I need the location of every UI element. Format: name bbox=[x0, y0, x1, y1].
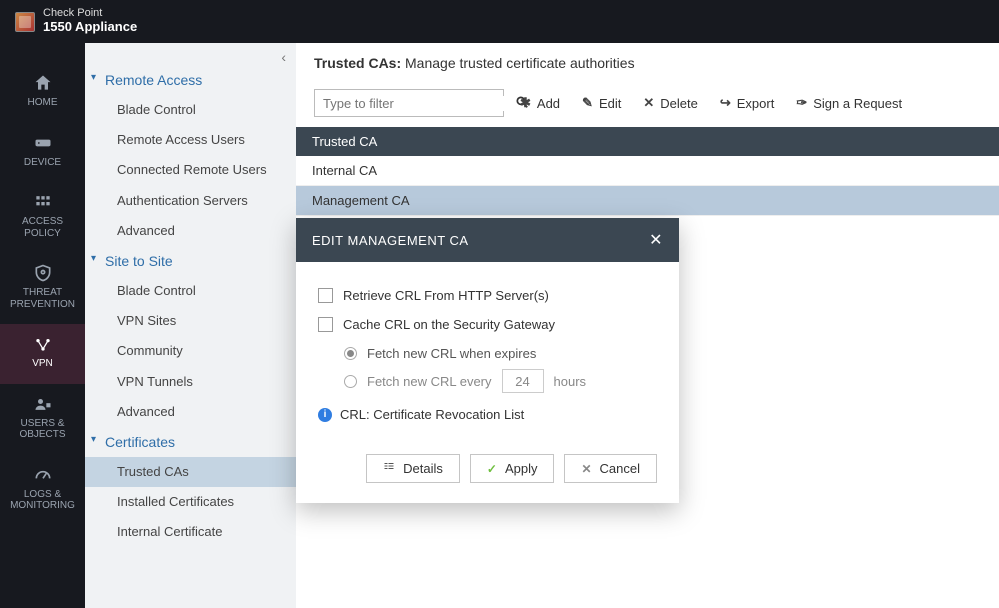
btn-label: Apply bbox=[505, 461, 538, 476]
users-icon bbox=[33, 394, 53, 414]
home-icon bbox=[33, 73, 53, 93]
rail-label: USERS & OBJECTS bbox=[19, 418, 65, 441]
sidebar-item[interactable]: Remote Access Users bbox=[85, 125, 296, 155]
btn-label: Details bbox=[403, 461, 443, 476]
rail-users-objects[interactable]: USERS & OBJECTS bbox=[0, 384, 85, 455]
checkbox-label: Retrieve CRL From HTTP Server(s) bbox=[343, 288, 549, 303]
sidebar-item[interactable]: Advanced bbox=[85, 397, 296, 427]
btn-label: Export bbox=[737, 96, 775, 111]
radio-fetch-expires[interactable] bbox=[344, 347, 357, 360]
side-panel: ‹ Remote Access Blade Control Remote Acc… bbox=[85, 43, 296, 608]
rail-label: VPN bbox=[32, 358, 53, 369]
sidebar-item[interactable]: VPN Tunnels bbox=[85, 367, 296, 397]
retrieve-crl-checkbox[interactable] bbox=[318, 288, 333, 303]
app-header: Check Point 1550 Appliance bbox=[0, 0, 999, 43]
sidebar-item[interactable]: Advanced bbox=[85, 216, 296, 246]
radio-label-unit: hours bbox=[554, 374, 587, 389]
rail-label: LOGS & MONITORING bbox=[10, 489, 75, 512]
check-icon: ✓ bbox=[487, 462, 497, 476]
btn-label: Delete bbox=[660, 96, 698, 111]
rail-label: ACCESS POLICY bbox=[22, 216, 63, 239]
radio-label: Fetch new CRL every bbox=[367, 374, 492, 389]
info-icon: i bbox=[318, 408, 332, 422]
brand-top: Check Point bbox=[43, 8, 137, 19]
pencil-icon: ✎ bbox=[582, 95, 593, 111]
apply-button[interactable]: ✓ Apply bbox=[470, 454, 555, 483]
collapse-panel-icon[interactable]: ‹ bbox=[281, 49, 286, 65]
sidebar-item[interactable]: Blade Control bbox=[85, 276, 296, 306]
rail-label: THREAT PREVENTION bbox=[10, 287, 75, 310]
rail-threat-prevention[interactable]: THREAT PREVENTION bbox=[0, 253, 85, 324]
fetch-hours-input[interactable] bbox=[502, 369, 544, 393]
btn-label: Edit bbox=[599, 96, 621, 111]
cache-crl-checkbox[interactable] bbox=[318, 317, 333, 332]
rail-device[interactable]: DEVICE bbox=[0, 123, 85, 183]
table-header: Trusted CA bbox=[296, 127, 999, 156]
add-button[interactable]: ✱ Add bbox=[514, 91, 566, 115]
radio-label: Fetch new CRL when expires bbox=[367, 346, 536, 361]
gauge-icon bbox=[33, 465, 53, 485]
page-title-rest: Manage trusted certificate authorities bbox=[405, 55, 635, 71]
sidebar-item[interactable]: Installed Certificates bbox=[85, 487, 296, 517]
section-site-to-site[interactable]: Site to Site bbox=[85, 246, 296, 276]
rail-logs-monitoring[interactable]: LOGS & MONITORING bbox=[0, 455, 85, 526]
filter-input[interactable] bbox=[315, 96, 507, 111]
section-remote-access[interactable]: Remote Access bbox=[85, 65, 296, 95]
grid-icon bbox=[33, 192, 53, 212]
sidebar-item-trusted-cas[interactable]: Trusted CAs bbox=[85, 457, 296, 487]
brand-text: Check Point 1550 Appliance bbox=[43, 8, 137, 35]
rail-home[interactable]: HOME bbox=[0, 63, 85, 123]
sidebar-item[interactable]: Blade Control bbox=[85, 95, 296, 125]
export-icon: ↪ bbox=[720, 95, 731, 111]
radio-fetch-every[interactable] bbox=[344, 375, 357, 388]
table-row[interactable]: Management CA bbox=[296, 186, 999, 216]
details-button[interactable]: Details bbox=[366, 454, 460, 483]
checkbox-label: Cache CRL on the Security Gateway bbox=[343, 317, 555, 332]
btn-label: Sign a Request bbox=[813, 96, 902, 111]
section-certificates[interactable]: Certificates bbox=[85, 427, 296, 457]
brand-bottom: 1550 Appliance bbox=[43, 19, 137, 35]
info-note: i CRL: Certificate Revocation List bbox=[318, 407, 657, 422]
rail-vpn[interactable]: VPN bbox=[0, 324, 85, 384]
device-icon bbox=[33, 133, 53, 153]
dialog-footer: Details ✓ Apply ✕ Cancel bbox=[296, 434, 679, 503]
btn-label: Add bbox=[537, 96, 560, 111]
crl-fetch-radio-group: Fetch new CRL when expires Fetch new CRL… bbox=[318, 346, 657, 393]
dialog-body: Retrieve CRL From HTTP Server(s) Cache C… bbox=[296, 262, 679, 434]
table-row[interactable]: Internal CA bbox=[296, 156, 999, 186]
rail-label: DEVICE bbox=[24, 157, 61, 168]
nav-rail: HOME DEVICE ACCESS POLICY THREAT PREVENT… bbox=[0, 43, 85, 608]
filter-input-wrap[interactable] bbox=[314, 89, 504, 117]
toolbar: ✱ Add ✎ Edit ✕ Delete ↪ Export ✑ Sign a Reque… bbox=[296, 83, 999, 127]
sidebar-item[interactable]: Community bbox=[85, 336, 296, 366]
export-button[interactable]: ↪ Export bbox=[714, 91, 780, 115]
btn-label: Cancel bbox=[600, 461, 640, 476]
details-icon bbox=[383, 461, 395, 476]
sidebar-item[interactable]: Authentication Servers bbox=[85, 186, 296, 216]
rail-label: HOME bbox=[28, 97, 58, 108]
vpn-icon bbox=[33, 334, 53, 354]
edit-button[interactable]: ✎ Edit bbox=[576, 91, 627, 115]
close-icon[interactable]: ✕ bbox=[649, 230, 663, 250]
sidebar-item[interactable]: Internal Certificate bbox=[85, 517, 296, 547]
x-icon: ✕ bbox=[643, 95, 654, 111]
sign-icon: ✑ bbox=[796, 95, 807, 111]
edit-dialog: EDIT MANAGEMENT CA ✕ Retrieve CRL From H… bbox=[296, 218, 679, 503]
page-title-bold: Trusted CAs: bbox=[314, 55, 401, 71]
dialog-title: EDIT MANAGEMENT CA bbox=[312, 233, 469, 248]
plus-icon: ✱ bbox=[520, 95, 531, 111]
cancel-button[interactable]: ✕ Cancel bbox=[564, 454, 657, 483]
delete-button[interactable]: ✕ Delete bbox=[637, 91, 703, 115]
sign-request-button[interactable]: ✑ Sign a Request bbox=[790, 91, 908, 115]
brand-logo bbox=[15, 12, 35, 32]
rail-access-policy[interactable]: ACCESS POLICY bbox=[0, 182, 85, 253]
cancel-x-icon: ✕ bbox=[581, 462, 591, 476]
info-text: CRL: Certificate Revocation List bbox=[340, 407, 524, 422]
page-title: Trusted CAs: Manage trusted certificate … bbox=[296, 43, 999, 83]
sidebar-item[interactable]: VPN Sites bbox=[85, 306, 296, 336]
dialog-header: EDIT MANAGEMENT CA ✕ bbox=[296, 218, 679, 262]
sidebar-item[interactable]: Connected Remote Users bbox=[85, 155, 296, 185]
shield-icon bbox=[33, 263, 53, 283]
